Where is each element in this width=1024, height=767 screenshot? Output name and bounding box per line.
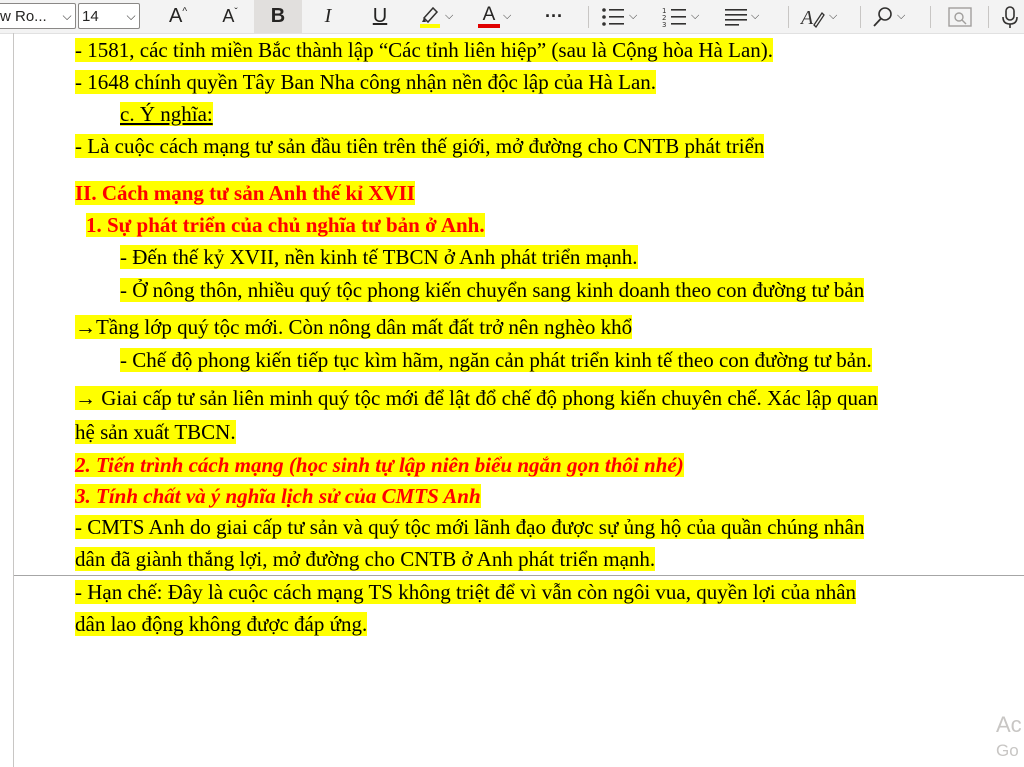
font-name-value: w Ro...	[0, 7, 47, 25]
highlight-color-button[interactable]: ⌵	[418, 0, 468, 33]
document-line: →Tầng lớp quý tộc mới. Còn nông dân mất …	[75, 315, 633, 339]
italic-icon: I	[324, 5, 332, 27]
font-size-dropdown[interactable]: 14 ⌵	[78, 3, 140, 29]
find-button[interactable]: ⌵	[872, 0, 922, 33]
more-formatting-button[interactable]: ···	[534, 0, 574, 33]
section-heading: 1. Sự phát triển của chủ nghĩa tư bản ở …	[86, 213, 485, 237]
shrink-font-button[interactable]: Aˇ	[212, 0, 248, 33]
page-left-edge	[13, 33, 14, 767]
toolbar-separator	[988, 6, 989, 28]
grow-font-icon: A^	[168, 5, 188, 27]
document-line: - Là cuộc cách mạng tư sản đầu tiên trên…	[75, 134, 765, 158]
microphone-icon	[998, 5, 1022, 29]
watermark-title: Ac	[996, 712, 1022, 737]
numbering-button[interactable]: 1 2 3 ⌵	[662, 0, 714, 33]
font-name-dropdown[interactable]: w Ro... ⌵	[0, 3, 76, 29]
document-line: - 1581, các tỉnh miền Bắc thành lập “Các…	[75, 38, 774, 62]
chevron-down-icon: ⌵	[629, 10, 638, 22]
toolbar-separator	[860, 6, 861, 28]
chevron-down-icon: ⌵	[62, 8, 72, 23]
activate-windows-watermark: Ac Go	[996, 712, 1022, 764]
numbered-list-icon: 1 2 3	[662, 6, 688, 28]
section-heading: c. Ý nghĩa:	[120, 102, 213, 126]
section-heading: II. Cách mạng tư sản Anh thế kỉ XVII	[75, 181, 415, 205]
toolbar-separator	[788, 6, 789, 28]
chevron-down-icon: ⌵	[751, 10, 760, 22]
bold-button[interactable]: B	[254, 0, 302, 33]
align-button[interactable]: ⌵	[724, 0, 774, 33]
chevron-down-icon: ⌵	[126, 8, 136, 23]
svg-text:3: 3	[662, 21, 666, 28]
page-break-line	[14, 575, 1024, 576]
section-heading: 2. Tiến trình cách mạng (học sinh tự lập…	[75, 453, 684, 477]
bold-icon: B	[270, 5, 286, 27]
italic-button[interactable]: I	[308, 0, 348, 33]
font-size-value: 14	[82, 7, 99, 25]
document-line: dân đã giành thắng lợi, mở đường cho CNT…	[75, 547, 656, 571]
document-line: - Chế độ phong kiến tiếp tục kìm hãm, ng…	[120, 348, 872, 372]
more-icon: ···	[545, 6, 563, 26]
document-line: dân lao động không được đáp ứng.	[75, 612, 368, 636]
grow-font-button[interactable]: A^	[160, 0, 196, 33]
underline-icon: U	[372, 5, 388, 27]
reading-view-button[interactable]	[940, 0, 980, 33]
font-color-button[interactable]: A ⌵	[478, 0, 526, 33]
highlighter-icon	[418, 4, 442, 30]
document-line: - Ở nông thôn, nhiều quý tộc phong kiến …	[120, 278, 865, 302]
document-line: hệ sản xuất TBCN.	[75, 420, 236, 444]
watermark-subtitle: Go	[996, 741, 1019, 760]
underline-button[interactable]: U	[360, 0, 400, 33]
chevron-down-icon: ⌵	[445, 10, 454, 22]
svg-text:A: A	[800, 7, 814, 29]
toolbar-separator	[930, 6, 931, 28]
styles-button[interactable]: A ⌵	[800, 0, 850, 33]
align-left-icon	[724, 7, 748, 27]
chevron-down-icon: ⌵	[829, 10, 838, 22]
document-line: - CMTS Anh do giai cấp tư sản và quý tộc…	[75, 515, 865, 539]
search-icon	[872, 6, 894, 28]
toolbar-separator	[588, 6, 589, 28]
dictate-button[interactable]	[998, 0, 1024, 33]
formatting-toolbar: w Ro... ⌵ 14 ⌵ A^ Aˇ B I U ⌵ A ⌵ ··· ⌵ 1…	[0, 0, 1024, 34]
document-line: - Đến thế kỷ XVII, nền kinh tế TBCN ở An…	[120, 245, 638, 269]
bullets-button[interactable]: ⌵	[600, 0, 652, 33]
reading-view-icon	[948, 6, 972, 28]
chevron-down-icon: ⌵	[691, 10, 700, 22]
document-line: → Giai cấp tư sản liên minh quý tộc mới …	[75, 386, 878, 410]
chevron-down-icon: ⌵	[897, 10, 906, 22]
document-line: - 1648 chính quyền Tây Ban Nha công nhận…	[75, 70, 657, 94]
shrink-font-icon: Aˇ	[222, 6, 238, 26]
chevron-down-icon: ⌵	[503, 10, 512, 22]
document-line: - Hạn chế: Đây là cuộc cách mạng TS khôn…	[75, 580, 857, 604]
bullet-list-icon	[600, 6, 626, 28]
section-heading: 3. Tính chất và ý nghĩa lịch sử của CMTS…	[75, 484, 481, 508]
styles-icon: A	[800, 5, 826, 29]
font-color-icon: A	[478, 5, 500, 28]
